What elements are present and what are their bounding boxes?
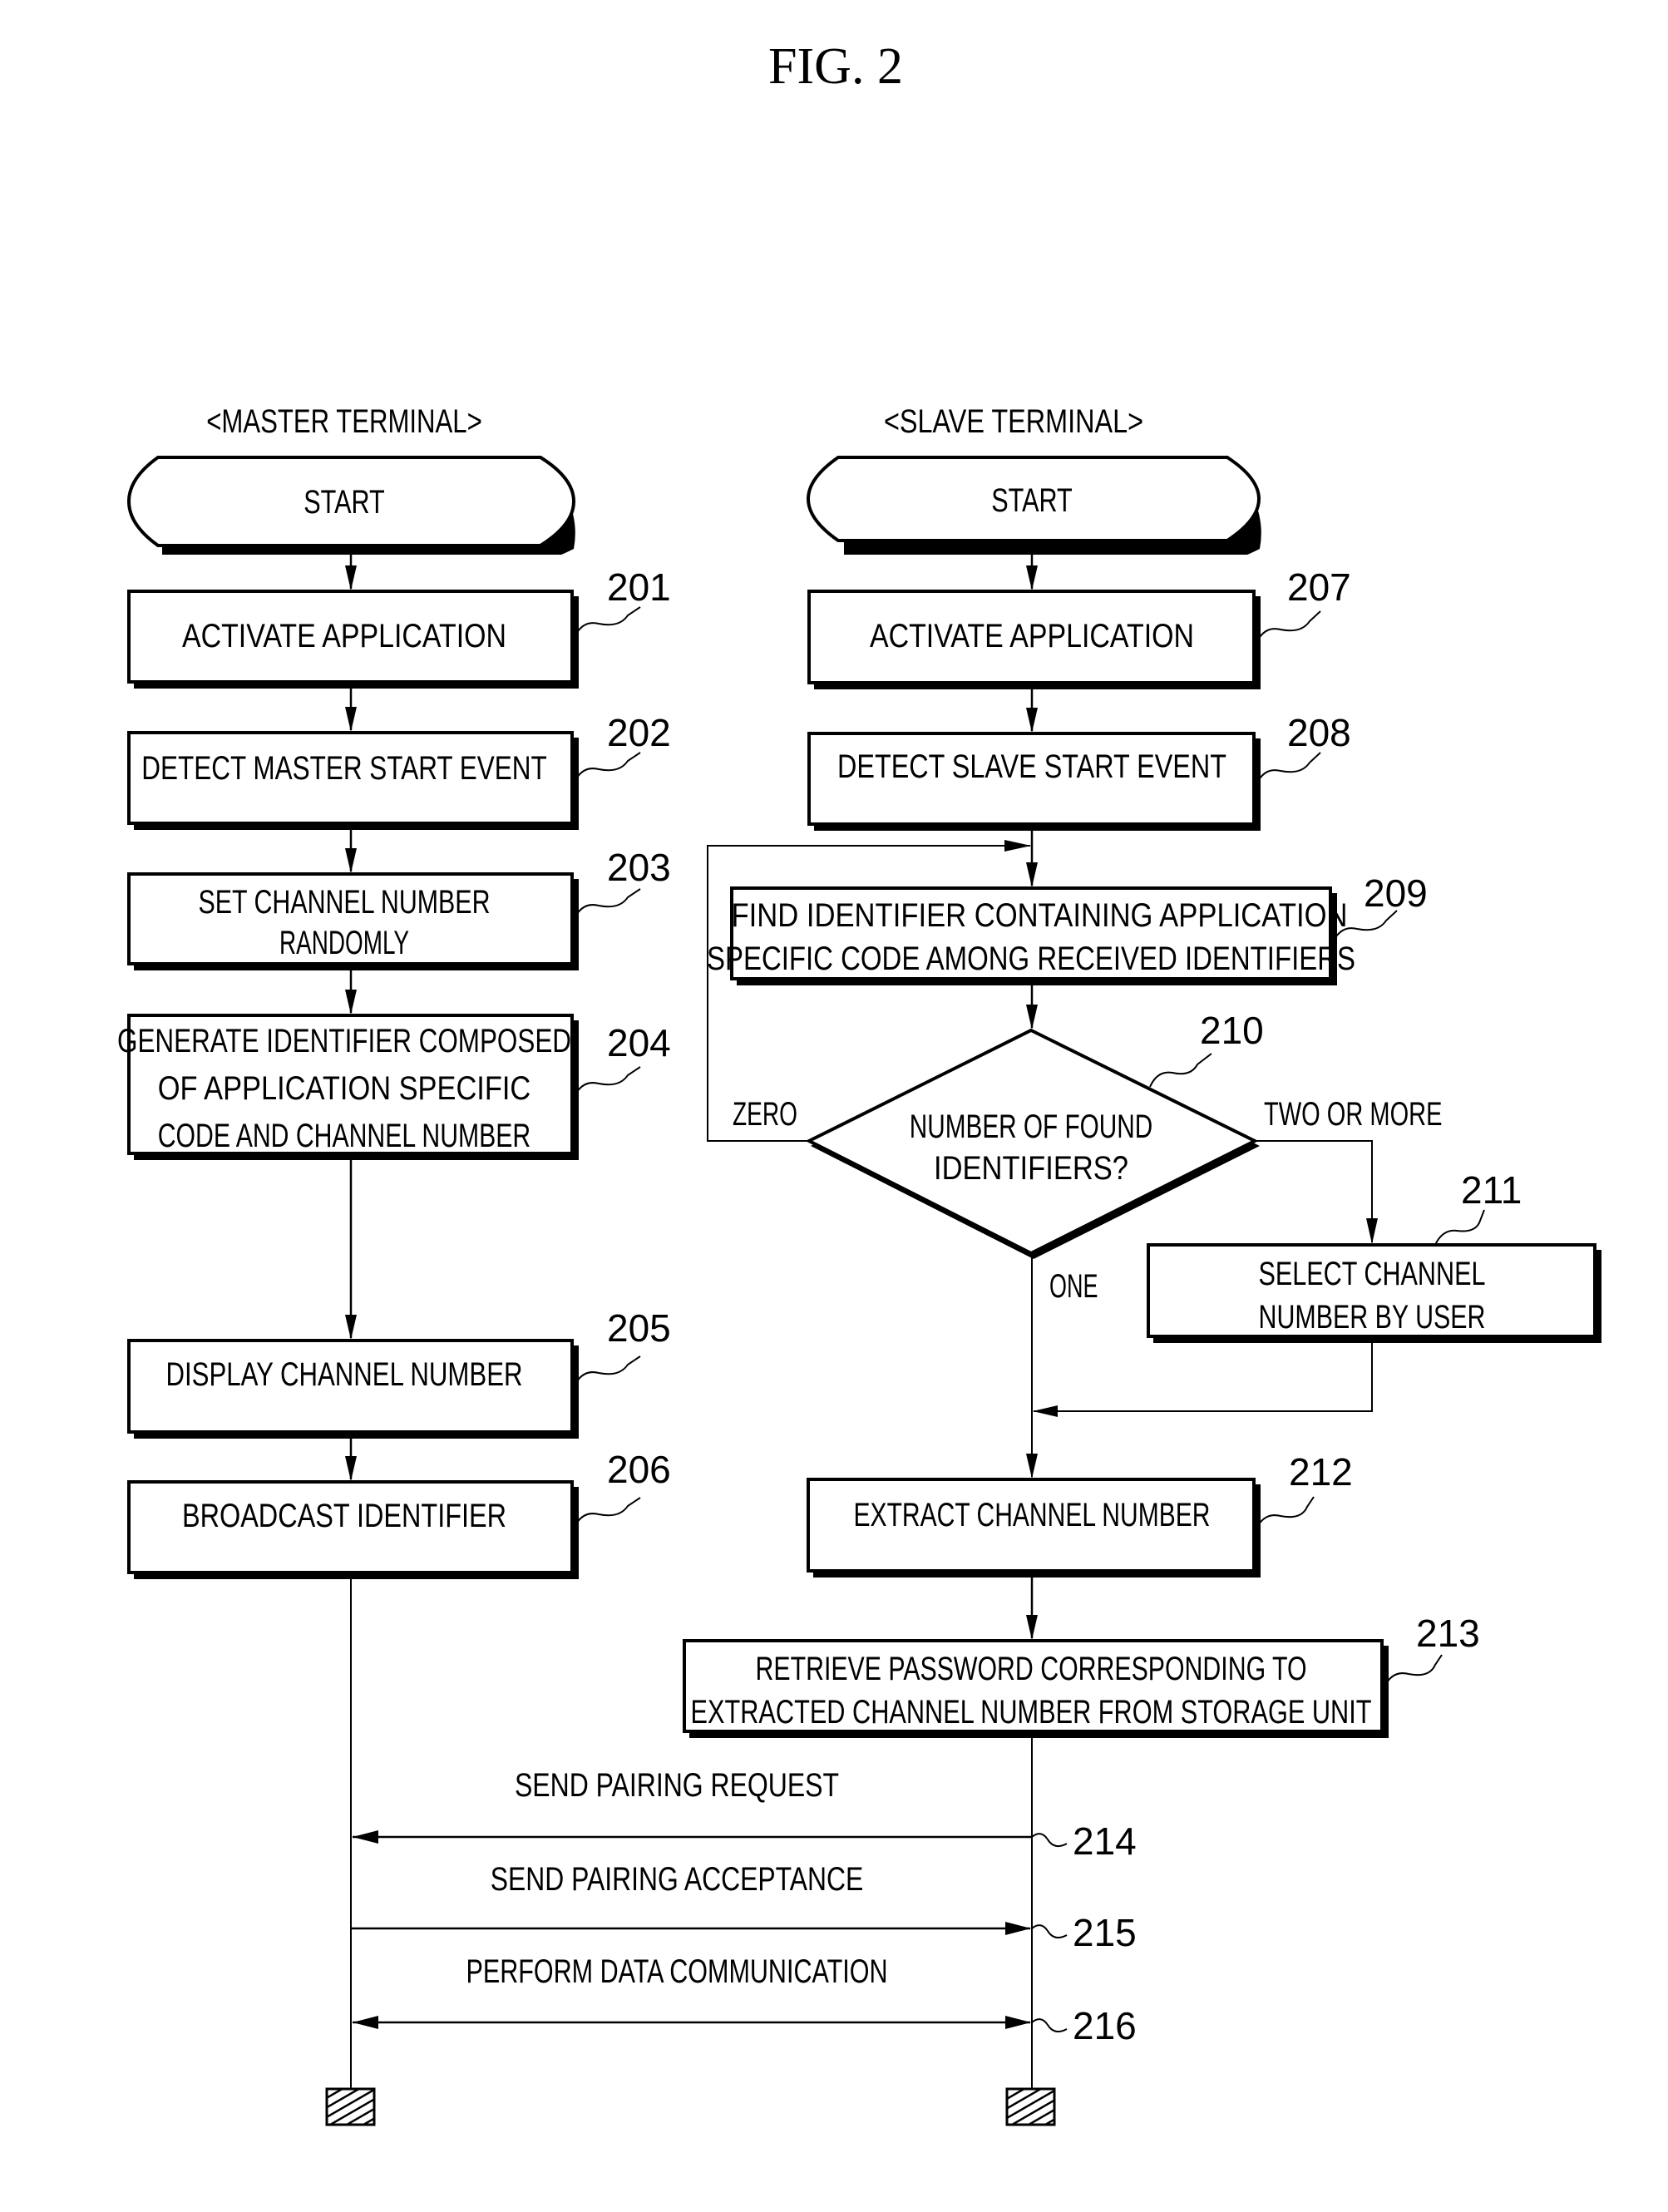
step-204-label-line3: CODE AND CHANNEL NUMBER	[158, 1118, 531, 1154]
master-end-terminator	[325, 2087, 376, 2126]
leader-203	[573, 888, 641, 921]
leader-201	[573, 606, 641, 639]
arrow-right-icon	[1005, 2016, 1031, 2029]
master-start-label: START	[303, 484, 385, 521]
ref-216: 216	[1073, 2004, 1137, 2047]
leader-202	[573, 752, 641, 784]
ref-202: 202	[607, 711, 671, 754]
step-213-label-line2: EXTRACTED CHANNEL NUMBER FROM STORAGE UN…	[691, 1694, 1372, 1731]
step-201: ACTIVATE APPLICATION 201	[127, 565, 671, 689]
slave-end-terminator	[1005, 2087, 1056, 2126]
master-lane-header: <MASTER TERMINAL>	[206, 403, 482, 440]
leader-205	[573, 1355, 641, 1388]
step-211: SELECT CHANNEL NUMBER BY USER 211	[1147, 1168, 1601, 1343]
branch-two-or-more-label: TWO OR MORE	[1264, 1096, 1443, 1133]
step-213-label-line1: RETRIEVE PASSWORD CORRESPONDING TO	[756, 1651, 1307, 1687]
leader-208	[1255, 752, 1321, 787]
leader-211	[1434, 1209, 1485, 1246]
step-203: SET CHANNEL NUMBER RANDOMLY 203	[127, 846, 671, 970]
step-209-label-line2: SPECIFIC CODE AMONG RECEIVED IDENTIFIERS	[707, 941, 1355, 977]
message-214: SEND PAIRING REQUEST 214	[353, 1767, 1137, 1863]
leader-206	[573, 1497, 641, 1529]
slave-start-label: START	[991, 482, 1073, 519]
leader-210	[1149, 1053, 1212, 1088]
master-start-terminator: START	[126, 456, 576, 555]
ref-207: 207	[1287, 565, 1351, 609]
leader-216	[1031, 2018, 1068, 2033]
step-204-label-line1: GENERATE IDENTIFIER COMPOSED	[117, 1023, 571, 1059]
ref-213: 213	[1416, 1612, 1480, 1655]
arrow-right-icon	[1005, 1922, 1031, 1935]
leader-207	[1255, 610, 1321, 645]
ref-208: 208	[1287, 711, 1351, 754]
arrow-left-icon	[353, 1830, 378, 1844]
ref-211: 211	[1461, 1168, 1522, 1212]
step-209: FIND IDENTIFIER CONTAINING APPLICATION S…	[707, 871, 1428, 985]
ref-203: 203	[607, 846, 671, 889]
arrow-left-icon	[353, 2016, 378, 2029]
step-204-label-line2: OF APPLICATION SPECIFIC	[158, 1070, 531, 1107]
figure-title: FIG. 2	[768, 38, 903, 95]
step-205-label: DISPLAY CHANNEL NUMBER	[166, 1356, 523, 1393]
leader-204	[573, 1066, 641, 1099]
step-206: BROADCAST IDENTIFIER 206	[127, 1448, 671, 1579]
step-203-label-line2: RANDOMLY	[279, 925, 409, 961]
ref-205: 205	[607, 1306, 671, 1350]
message-216: PERFORM DATA COMMUNICATION 216	[353, 1953, 1137, 2047]
step-203-label-line1: SET CHANNEL NUMBER	[199, 884, 491, 921]
step-202: DETECT MASTER START EVENT 202	[127, 711, 671, 830]
step-208-label: DETECT SLAVE START EVENT	[837, 748, 1226, 785]
step-207: ACTIVATE APPLICATION 207	[807, 565, 1351, 689]
slave-lane-header: <SLAVE TERMINAL>	[884, 403, 1143, 440]
branch-one-label: ONE	[1049, 1268, 1098, 1305]
step-201-label: ACTIVATE APPLICATION	[182, 618, 506, 654]
step-206-label: BROADCAST IDENTIFIER	[182, 1498, 506, 1534]
ref-210: 210	[1200, 1009, 1264, 1052]
flowchart: FIG. 2 <MASTER TERMINAL> <SLAVE TERMINAL…	[117, 38, 1601, 2126]
ref-201: 201	[607, 565, 671, 609]
step-209-label-line1: FIND IDENTIFIER CONTAINING APPLICATION	[732, 897, 1348, 934]
leader-212	[1255, 1496, 1315, 1531]
ref-215: 215	[1073, 1911, 1137, 1954]
ref-204: 204	[607, 1021, 671, 1064]
leader-215	[1031, 1924, 1068, 1939]
branch-zero-label: ZERO	[733, 1096, 797, 1133]
step-211-label-line2: NUMBER BY USER	[1259, 1299, 1486, 1336]
ref-209: 209	[1364, 871, 1428, 915]
step-213: RETRIEVE PASSWORD CORRESPONDING TO EXTRA…	[683, 1612, 1480, 1738]
step-202-label: DETECT MASTER START EVENT	[141, 750, 547, 787]
step-204: GENERATE IDENTIFIER COMPOSED OF APPLICAT…	[117, 1014, 671, 1160]
message-216-label: PERFORM DATA COMMUNICATION	[466, 1953, 888, 1990]
step-205: DISPLAY CHANNEL NUMBER 205	[127, 1306, 671, 1439]
step-211-label-line1: SELECT CHANNEL	[1259, 1256, 1486, 1292]
step-212: EXTRACT CHANNEL NUMBER 212	[807, 1450, 1353, 1578]
decision-210-label-line2: IDENTIFIERS?	[934, 1150, 1128, 1187]
decision-210: NUMBER OF FOUND IDENTIFIERS? 210	[805, 1009, 1264, 1259]
leader-213	[1383, 1654, 1443, 1689]
message-214-label: SEND PAIRING REQUEST	[515, 1767, 839, 1804]
message-215: SEND PAIRING ACCEPTANCE 215	[351, 1861, 1137, 1954]
step-212-label: EXTRACT CHANNEL NUMBER	[854, 1497, 1211, 1533]
message-215-label: SEND PAIRING ACCEPTANCE	[491, 1861, 864, 1898]
ref-206: 206	[607, 1448, 671, 1491]
step-208: DETECT SLAVE START EVENT 208	[807, 711, 1351, 831]
decision-210-label-line1: NUMBER OF FOUND	[910, 1108, 1153, 1145]
ref-212: 212	[1289, 1450, 1353, 1494]
step-207-label: ACTIVATE APPLICATION	[870, 618, 1194, 654]
slave-start-terminator: START	[806, 456, 1261, 555]
ref-214: 214	[1073, 1819, 1137, 1863]
leader-214	[1031, 1833, 1068, 1848]
